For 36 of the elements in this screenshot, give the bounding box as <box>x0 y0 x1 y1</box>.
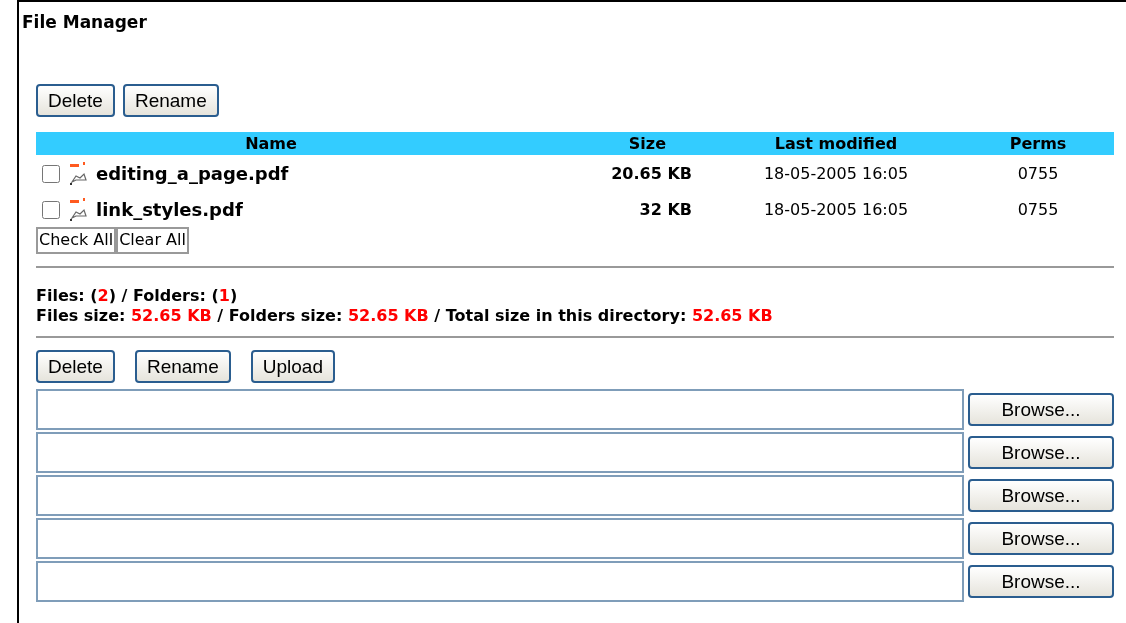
modified-date: 18-05-2005 16:05 <box>762 162 910 185</box>
file-perms: 0755 <box>1016 162 1060 185</box>
pdf-file-icon <box>68 161 88 186</box>
upload-field[interactable] <box>36 431 964 473</box>
file-size: 20.65 KB <box>610 162 693 185</box>
browse-button[interactable]: Browse... <box>968 435 1114 469</box>
modified-date: 18-05-2005 16:05 <box>762 198 910 221</box>
row-checkbox[interactable] <box>42 164 60 183</box>
upload-field[interactable] <box>36 560 964 602</box>
file-perms: 0755 <box>1016 198 1060 221</box>
file-size: 32 KB <box>638 198 693 221</box>
select-button[interactable]: Check All <box>36 226 117 254</box>
column-header: Last modified <box>773 132 899 155</box>
upload-field[interactable] <box>36 388 964 430</box>
browse-button[interactable]: Browse... <box>968 564 1114 598</box>
browse-button[interactable]: Browse... <box>968 392 1114 426</box>
summary-line: Files: (2) / Folders: (1) <box>36 285 238 306</box>
summary-line: Files size: 52.65 KB / Folders size: 52.65 KB / Total size in this directory: 52.65 KB <box>36 305 773 326</box>
action-button[interactable]: Delete <box>36 83 115 117</box>
action-button[interactable]: Upload <box>250 349 335 383</box>
page-title: File Manager <box>22 11 147 34</box>
column-header: Perms <box>1008 132 1068 155</box>
action-button[interactable]: Rename <box>134 349 231 383</box>
browse-button[interactable]: Browse... <box>968 521 1114 555</box>
action-button[interactable]: Delete <box>36 349 115 383</box>
file-name[interactable]: link_styles.pdf <box>96 196 243 223</box>
upload-field[interactable] <box>36 517 964 559</box>
browse-button[interactable]: Browse... <box>968 478 1114 512</box>
upload-field[interactable] <box>36 474 964 516</box>
file-name[interactable]: editing_a_page.pdf <box>96 160 289 187</box>
row-checkbox[interactable] <box>42 200 60 219</box>
action-button[interactable]: Rename <box>122 83 219 117</box>
select-button[interactable]: Clear All <box>116 226 189 254</box>
pdf-file-icon <box>68 197 88 222</box>
column-header: Name <box>244 132 298 155</box>
column-header: Size <box>627 132 667 155</box>
